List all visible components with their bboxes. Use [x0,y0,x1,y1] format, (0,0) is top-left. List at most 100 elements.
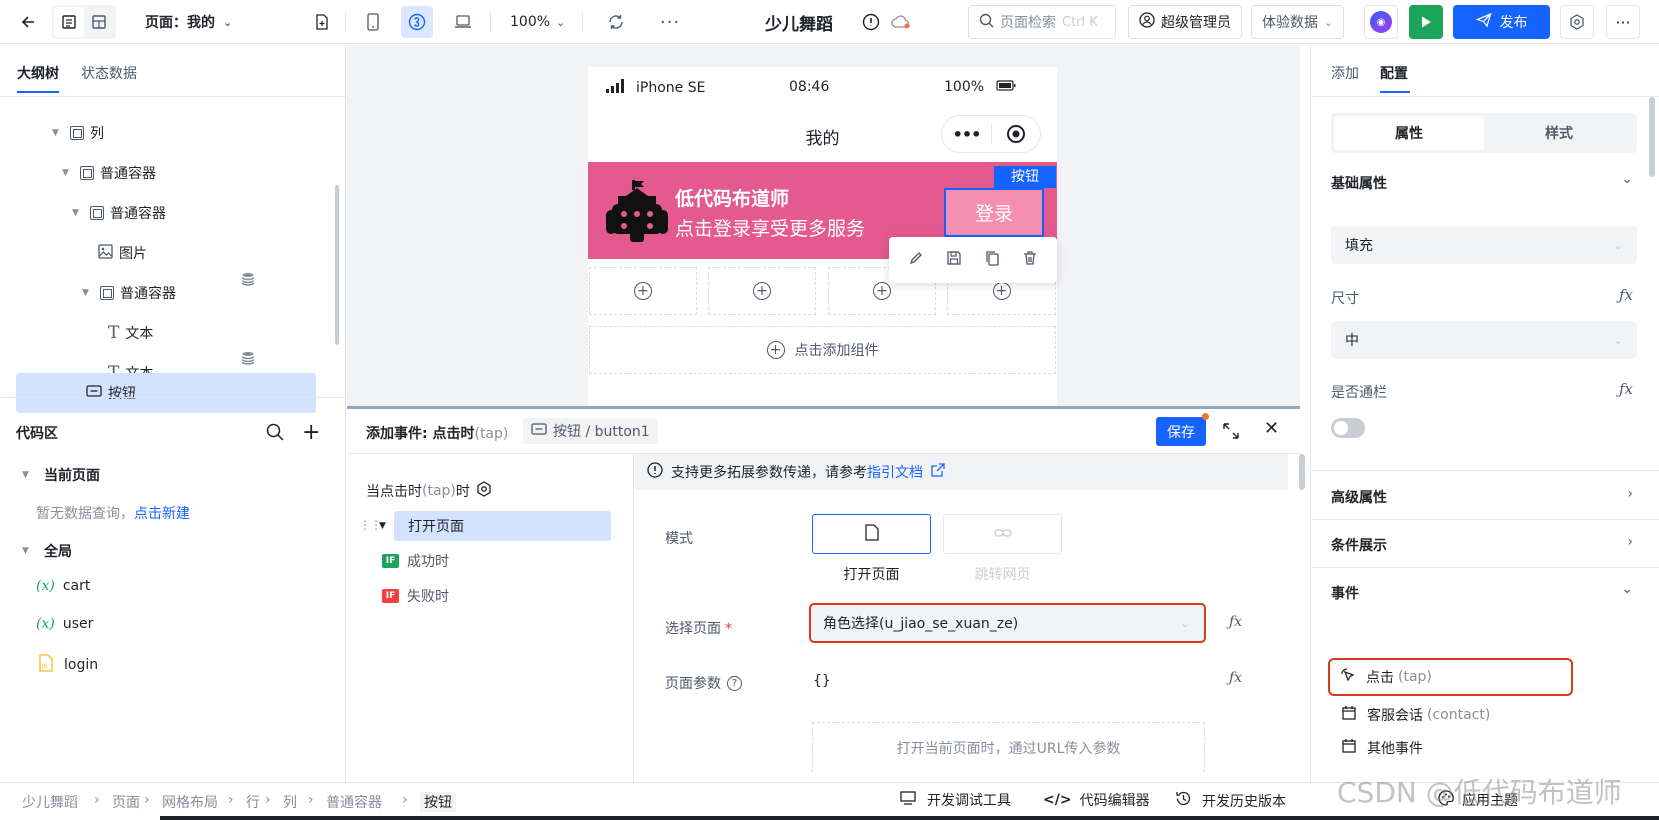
more-dots-icon[interactable]: ••• [942,125,991,144]
fill-select[interactable]: 填充 ⌄ [1331,226,1637,264]
breadcrumb-item[interactable]: 普通容器 [326,792,382,812]
right-scrollbar[interactable] [1649,97,1655,177]
tree-node[interactable]: ▼ 列 [52,113,104,153]
delete-trash-icon[interactable] [1022,250,1038,270]
chevron-right-icon[interactable]: › [1627,486,1633,502]
page-view-icon[interactable] [54,7,84,37]
help-icon[interactable]: ? [727,675,742,691]
add-icon[interactable]: + [302,420,320,445]
copy-icon[interactable] [984,250,1000,270]
breadcrumb-item[interactable]: 行 [246,792,260,812]
breadcrumb-item[interactable]: 页面 [112,792,140,812]
page-selector[interactable]: 页面：我的 ⌄ [145,0,232,44]
breadcrumb-item[interactable]: 按钮 [420,792,456,812]
tab-add[interactable]: 添加 [1331,63,1359,83]
drag-handle-icon[interactable]: ⋮⋮ [359,518,382,532]
tab-config[interactable]: 配置 [1380,63,1408,83]
var-item[interactable]: (x) cart [36,578,90,594]
action-open-page[interactable]: 打开页面 [394,511,611,541]
events-title[interactable]: 事件 [1331,583,1359,603]
chevron-down-icon[interactable]: ⌄ [1621,581,1633,597]
page-params-value[interactable]: {} [813,673,831,689]
mobile-view-icon[interactable] [357,6,389,38]
cloud-sync-icon[interactable] [885,6,917,38]
add-component-area[interactable]: + 点击添加组件 [589,326,1056,374]
capsule-menu[interactable]: ••• [941,115,1041,153]
mode-jump-web-option[interactable] [943,514,1062,554]
expand-icon[interactable] [1222,422,1240,444]
save-event-button[interactable]: 保存 [1156,417,1206,446]
history-button[interactable]: 开发历史版本 [1175,790,1286,811]
tab-properties[interactable]: 属性 [1334,116,1484,150]
size-select[interactable]: 中 ⌄ [1331,321,1637,359]
search-icon[interactable] [266,423,284,445]
breadcrumb-item[interactable]: 少儿舞蹈 [22,792,78,812]
zoom-selector[interactable]: 100% ⌄ [510,0,565,44]
publish-button[interactable]: 发布 [1453,5,1550,39]
event-other-item[interactable]: 其他事件 [1341,738,1423,758]
current-page-group[interactable]: ▼ 当前页面 [22,465,100,485]
chevron-right-icon[interactable]: › [1627,534,1633,550]
config-scrollbar[interactable] [1299,454,1305,490]
var-item[interactable]: (x) user [36,616,93,632]
grid-cell-add[interactable]: + [589,267,697,315]
save-disk-icon[interactable] [946,250,962,270]
tree-node[interactable]: T 文本 [108,313,153,353]
close-target-icon[interactable] [992,124,1040,144]
page-select[interactable]: 角色选择(u_jiao_se_xuan_ze) ⌄ [809,603,1206,643]
tree-scrollbar[interactable] [335,185,339,345]
login-button[interactable]: 登录 [944,188,1044,237]
fx-formula-icon[interactable]: ƒx [1229,614,1242,630]
fx-formula-icon[interactable]: ƒx [1619,286,1633,304]
info-icon[interactable] [855,6,887,38]
back-arrow-icon[interactable] [12,6,44,38]
event-contact-item[interactable]: 客服会话 (contact) [1341,705,1490,725]
tab-outline-tree[interactable]: 大纲树 [17,63,59,93]
layout-view-icon[interactable] [84,7,114,37]
external-link-icon[interactable] [931,463,945,481]
condition-title[interactable]: 条件展示 [1331,535,1387,555]
admin-button[interactable]: 超级管理员 [1128,5,1242,39]
event-tap-item[interactable]: 点击 (tap) [1328,658,1573,696]
fx-formula-icon[interactable]: ƒx [1229,670,1242,686]
breadcrumb-item[interactable]: 列 [283,792,297,812]
new-page-icon[interactable] [306,6,338,38]
miniprogram-view-icon[interactable] [401,6,433,38]
run-preview-button[interactable] [1409,5,1443,39]
file-item[interactable]: JS login [38,654,98,676]
guide-doc-link[interactable]: 指引文档 [867,462,923,482]
design-canvas[interactable]: iPhone SE 08:46 100% 我的 ••• 低代码布道师 点击登录享… [347,45,1300,406]
close-icon[interactable]: ✕ [1264,418,1279,439]
breadcrumb-item[interactable]: 网格布局 [162,792,218,812]
desktop-view-icon[interactable] [447,6,479,38]
tab-styles[interactable]: 样式 [1484,116,1634,150]
debug-tools-button[interactable]: 开发调试工具 [899,790,1011,810]
settings-hex-icon[interactable] [476,481,492,501]
more-icon[interactable]: ··· [654,6,686,38]
page-search-input[interactable]: 页面检索 Ctrl K [968,5,1116,39]
mode-open-page-option[interactable] [812,514,931,554]
more-menu-icon[interactable]: ··· [1606,5,1640,39]
grid-cell-add[interactable]: + [708,267,816,315]
success-branch[interactable]: IF 成功时 [382,551,449,571]
advanced-props-title[interactable]: 高级属性 [1331,487,1387,507]
tree-node[interactable]: ▼ 普通容器 [62,153,156,193]
global-group[interactable]: ▼ 全局 [22,541,72,561]
fx-formula-icon[interactable]: ƒx [1619,380,1633,398]
tree-node[interactable]: ▼ 普通容器 [72,193,166,233]
caret-down-icon[interactable]: ▼ [379,521,386,531]
horizontal-scrollbar[interactable] [160,816,1659,820]
tab-state-data[interactable]: 状态数据 [81,63,137,83]
tree-node[interactable]: 图片 [98,233,147,273]
block-toggle[interactable] [1331,418,1365,438]
fail-branch[interactable]: IF 失败时 [382,586,449,606]
refresh-icon[interactable] [600,6,632,38]
code-editor-button[interactable]: </> 代码编辑器 [1043,790,1150,810]
create-query-link[interactable]: 点击新建 [134,506,190,522]
data-env-select[interactable]: 体验数据 ⌄ [1251,5,1345,39]
basic-props-title[interactable]: 基础属性 [1331,173,1387,193]
edit-pencil-icon[interactable] [908,250,924,270]
ai-assistant-icon[interactable]: ◉ [1364,5,1398,39]
settings-hex-icon[interactable] [1560,5,1594,39]
tree-node[interactable]: ▼ 普通容器 [82,273,176,313]
